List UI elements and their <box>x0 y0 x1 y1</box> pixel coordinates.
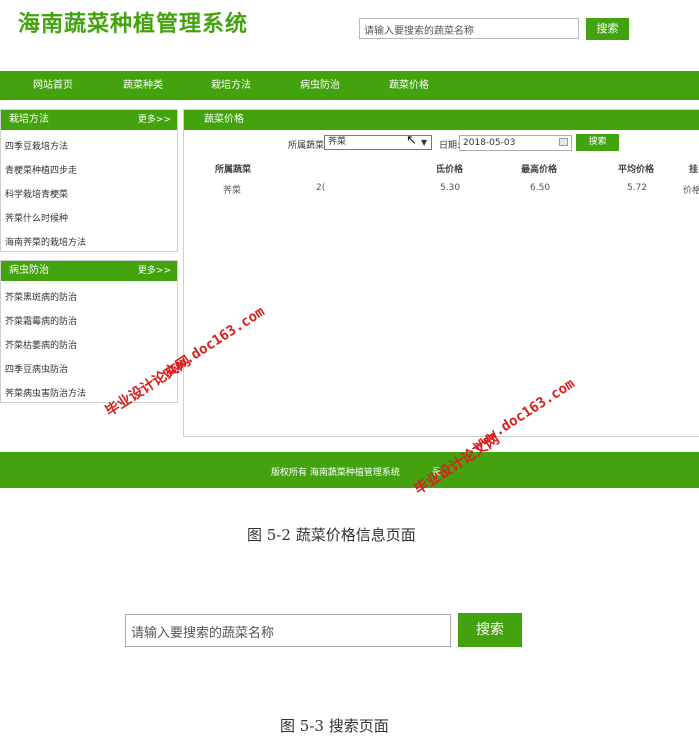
app-title: 海南蔬菜种植管理系统 <box>18 12 249 37</box>
price-panel: 蔬菜价格 <box>183 109 699 437</box>
sidebar-link[interactable]: 荠菜病虫害防治方法 <box>5 386 86 399</box>
panel-header: 栽培方法 更多>> <box>1 110 177 130</box>
column-header: 所属蔬菜 <box>215 165 252 175</box>
table-cell: 5.30 <box>440 183 461 193</box>
sidebar-link[interactable]: 四季豆栽培方法 <box>5 139 68 152</box>
sidebar-link[interactable]: 荠菜什么时候种 <box>5 211 68 224</box>
search-button[interactable]: 搜索 <box>458 613 522 647</box>
nav-item-vegetable-prices[interactable]: 蔬菜价格 <box>389 71 429 100</box>
mouse-cursor-icon: ↖ <box>406 133 417 148</box>
date-input[interactable]: 2018-05-03 <box>459 135 572 151</box>
table-cell: 6.50 <box>530 183 551 193</box>
table-cell: 2( <box>316 183 326 193</box>
column-header: 平均价格 <box>618 165 655 175</box>
panel-title: 病虫防治 <box>9 265 49 276</box>
panel-header: 病虫防治 更多>> <box>1 261 177 281</box>
more-link[interactable]: 更多>> <box>138 261 171 281</box>
column-header: 挂 <box>689 165 699 175</box>
table-cell: 荠菜 <box>223 186 242 196</box>
search-input[interactable]: 请输入要搜索的蔬菜名称 <box>125 614 451 647</box>
sidebar-link[interactable]: 芥菜黑斑病的防治 <box>5 290 77 303</box>
search-button[interactable]: 搜索 <box>586 18 629 40</box>
panel-title: 蔬菜价格 <box>204 114 244 125</box>
sidebar-link[interactable]: 芥菜霜霉病的防治 <box>5 314 77 327</box>
sidebar-link[interactable]: 科学栽培青梗菜 <box>5 187 68 200</box>
chevron-down-icon[interactable]: ▼ <box>421 135 427 150</box>
column-header: 氐价格 <box>436 165 464 175</box>
panel-title: 栽培方法 <box>9 114 49 125</box>
sidebar-link[interactable]: 四季豆病虫防治 <box>5 362 68 375</box>
price-search-button[interactable]: 搜索 <box>576 134 619 151</box>
nav-item-pest-control[interactable]: 病虫防治 <box>300 71 340 100</box>
footer-text: 版权所有 海南蔬菜种植管理系统 <box>271 468 400 478</box>
figure-caption: 图 5-3 搜索页面 <box>280 717 389 735</box>
more-link[interactable]: 更多>> <box>138 110 171 130</box>
sidebar-link[interactable]: 海南荠菜的栽培方法 <box>5 235 86 248</box>
column-header: 最高价格 <box>521 165 558 175</box>
calendar-icon[interactable] <box>559 138 568 146</box>
main-nav: 网站首页 蔬菜种类 栽培方法 病虫防治 蔬菜价格 <box>0 71 699 100</box>
table-cell: 价格 <box>683 186 699 196</box>
sidebar-cultivation-panel: 栽培方法 更多>> 四季豆栽培方法 青梗菜种植四步走 科学栽培青梗菜 荠菜什么时… <box>0 109 178 252</box>
sidebar-link[interactable]: 青梗菜种植四步走 <box>5 163 77 176</box>
filter-label: 所属蔬菜 <box>288 141 324 151</box>
nav-item-vegetable-types[interactable]: 蔬菜种类 <box>123 71 163 100</box>
panel-header: 蔬菜价格 <box>184 110 699 130</box>
sidebar-link[interactable]: 芥菜枯萎病的防治 <box>5 338 77 351</box>
search-input[interactable]: 请输入要搜索的蔬菜名称 <box>359 18 579 39</box>
nav-item-cultivation[interactable]: 栽培方法 <box>211 71 251 100</box>
nav-item-home[interactable]: 网站首页 <box>33 71 73 100</box>
table-cell: 5.72 <box>627 183 648 193</box>
figure-caption: 图 5-2 蔬菜价格信息页面 <box>247 526 416 544</box>
date-label: 日期: <box>439 141 461 151</box>
